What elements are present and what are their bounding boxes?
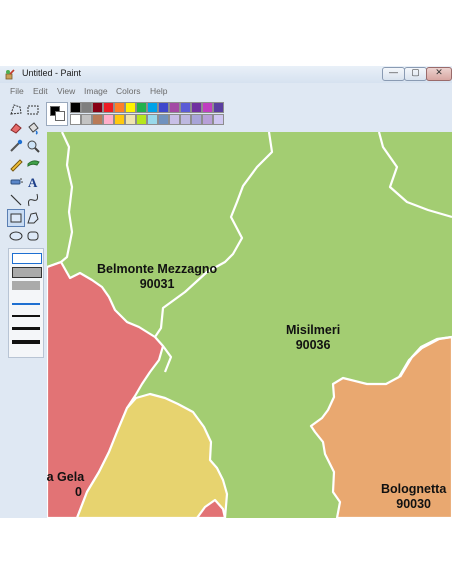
palette-swatch[interactable] xyxy=(158,102,169,113)
window-title: Untitled - Paint xyxy=(22,68,82,78)
menu-edit[interactable]: Edit xyxy=(33,86,48,96)
fill-only-option[interactable] xyxy=(12,281,40,290)
select-icon[interactable] xyxy=(25,102,41,118)
palette-swatch[interactable] xyxy=(147,102,158,113)
close-icon: ✕ xyxy=(435,67,443,77)
line-icon[interactable] xyxy=(8,192,24,208)
palette-swatch[interactable] xyxy=(92,102,103,113)
magnifier-icon[interactable] xyxy=(25,138,41,154)
line-width-2[interactable] xyxy=(12,315,40,317)
palette-swatch[interactable] xyxy=(92,114,103,125)
palette-swatch[interactable] xyxy=(103,102,114,113)
menu-file[interactable]: File xyxy=(10,86,24,96)
palette-swatch[interactable] xyxy=(125,102,136,113)
color-picker-icon[interactable] xyxy=(8,138,24,154)
palette-swatch[interactable] xyxy=(180,114,191,125)
palette-swatch[interactable] xyxy=(213,102,224,113)
outline-fill-option[interactable] xyxy=(12,267,42,278)
color-palette xyxy=(46,102,226,128)
rectangle-icon[interactable] xyxy=(7,209,25,227)
region-code: 90030 xyxy=(396,497,432,511)
region-label-gela: na Gela 0 xyxy=(47,470,84,500)
region-code: 90036 xyxy=(295,338,331,352)
title-bar[interactable]: Untitled - Paint — ▢ ✕ xyxy=(0,66,452,83)
region-name: na Gela xyxy=(47,470,85,484)
palette-swatch[interactable] xyxy=(202,102,213,113)
palette-swatch[interactable] xyxy=(191,114,202,125)
outline-only-option[interactable] xyxy=(12,253,42,264)
svg-text:A: A xyxy=(28,175,38,190)
toolbox: A xyxy=(5,100,44,500)
polygon-icon[interactable] xyxy=(25,210,41,226)
palette-swatch[interactable] xyxy=(191,102,202,113)
map-image xyxy=(47,132,452,518)
curve-icon[interactable] xyxy=(25,192,41,208)
free-form-select-icon[interactable] xyxy=(8,102,24,118)
region-code: 90031 xyxy=(139,277,175,291)
text-icon[interactable]: A xyxy=(25,174,41,190)
region-label-bolognetta: Bolognetta 90030 xyxy=(381,482,446,512)
palette-swatch[interactable] xyxy=(81,114,92,125)
palette-swatch[interactable] xyxy=(70,102,81,113)
region-label-belmonte: Belmonte Mezzagno 90031 xyxy=(97,262,217,292)
palette-swatch[interactable] xyxy=(136,102,147,113)
region-code: 0 xyxy=(75,485,82,499)
menu-bar: File Edit View Image Colors Help xyxy=(0,85,452,98)
airbrush-icon[interactable] xyxy=(8,174,24,190)
region-name: Bolognetta xyxy=(381,482,447,496)
paint-app-icon xyxy=(5,69,15,80)
palette-swatch[interactable] xyxy=(125,114,136,125)
palette-swatch[interactable] xyxy=(158,114,169,125)
region-name: Belmonte Mezzagno xyxy=(97,262,218,276)
rounded-rectangle-icon[interactable] xyxy=(25,228,41,244)
region-name: Misilmeri xyxy=(286,323,341,337)
drawing-canvas[interactable]: Belmonte Mezzagno 90031 Misilmeri 90036 … xyxy=(47,132,452,518)
fill-style-options xyxy=(8,248,44,358)
brush-icon[interactable] xyxy=(25,156,41,172)
paint-window: Untitled - Paint — ▢ ✕ File Edit View Im… xyxy=(0,66,452,518)
ellipse-icon[interactable] xyxy=(8,228,24,244)
palette-swatch[interactable] xyxy=(180,102,191,113)
menu-image[interactable]: Image xyxy=(84,86,108,96)
current-colors xyxy=(46,102,68,126)
palette-swatch[interactable] xyxy=(114,102,125,113)
menu-help[interactable]: Help xyxy=(150,86,167,96)
menu-view[interactable]: View xyxy=(57,86,75,96)
maximize-icon: ▢ xyxy=(411,67,420,77)
region-label-misilmeri: Misilmeri 90036 xyxy=(286,323,340,353)
pencil-icon[interactable] xyxy=(8,156,24,172)
palette-swatch[interactable] xyxy=(169,114,180,125)
minimize-button[interactable]: — xyxy=(382,67,405,81)
line-width-3[interactable] xyxy=(12,327,40,330)
fill-icon[interactable] xyxy=(25,120,41,136)
line-width-1[interactable] xyxy=(12,303,40,305)
palette-swatch[interactable] xyxy=(103,114,114,125)
palette-swatch[interactable] xyxy=(136,114,147,125)
eraser-icon[interactable] xyxy=(8,120,24,136)
palette-swatch[interactable] xyxy=(202,114,213,125)
palette-swatch[interactable] xyxy=(81,102,92,113)
close-button[interactable]: ✕ xyxy=(426,67,452,81)
minimize-icon: — xyxy=(389,67,398,77)
menu-colors[interactable]: Colors xyxy=(116,86,141,96)
palette-swatch[interactable] xyxy=(70,114,81,125)
line-width-4[interactable] xyxy=(12,340,40,344)
palette-swatch[interactable] xyxy=(169,102,180,113)
background-color[interactable] xyxy=(55,111,65,121)
palette-swatch[interactable] xyxy=(147,114,158,125)
palette-swatch[interactable] xyxy=(114,114,125,125)
maximize-button[interactable]: ▢ xyxy=(404,67,427,81)
palette-swatch[interactable] xyxy=(213,114,224,125)
